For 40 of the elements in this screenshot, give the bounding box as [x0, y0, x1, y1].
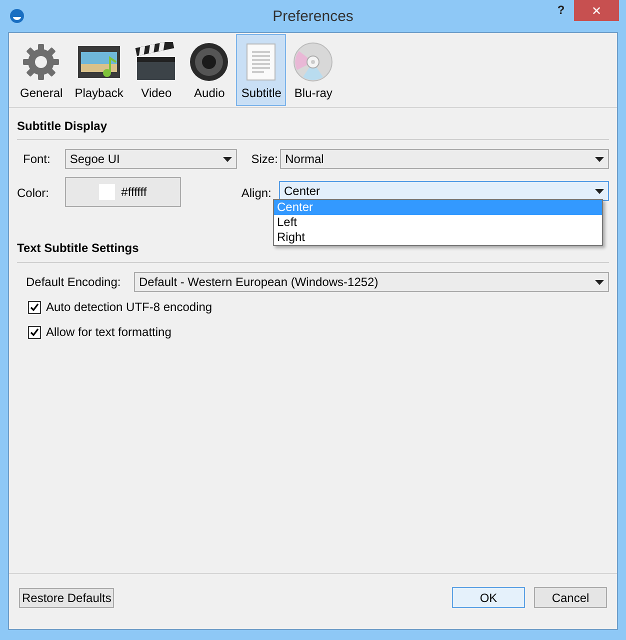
checkbox[interactable] — [28, 326, 41, 338]
dropdown[interactable]: Segoe UI — [64, 149, 238, 169]
toolbar-tab[interactable]: General — [15, 34, 68, 106]
section-heading: Subtitle Display — [17, 118, 108, 135]
checkbox[interactable] — [28, 300, 41, 314]
document-icon — [244, 42, 278, 82]
color-button[interactable]: #ffffff — [64, 177, 182, 207]
toolbar-tab[interactable]: Video — [130, 34, 182, 106]
help-button[interactable]: ? — [548, 0, 574, 20]
toolbar-tab[interactable]: Audio — [184, 34, 234, 106]
disc-icon — [293, 42, 334, 82]
close-button[interactable]: ✕ — [574, 0, 619, 21]
caret-icon — [595, 188, 604, 194]
gear-icon — [21, 42, 62, 82]
cancel-button[interactable]: Cancel — [534, 587, 607, 608]
speaker-icon — [189, 42, 230, 82]
color-label: Color: — [17, 185, 50, 202]
caret-icon — [223, 156, 232, 162]
section-heading: Text Subtitle Settings — [17, 240, 140, 257]
size-label: Size: — [251, 151, 279, 168]
app-logo-icon — [10, 9, 24, 23]
dropdown[interactable]: Default - Western European (Windows-1252) — [134, 272, 609, 292]
checkbox-label: Auto detection UTF-8 encoding — [46, 299, 212, 316]
caret-icon — [595, 280, 604, 284]
toolbar-tab[interactable]: Blu-ray — [288, 34, 338, 106]
checkbox-label: Allow for text formatting — [46, 324, 172, 341]
clapperboard-icon — [135, 42, 178, 82]
dropdown[interactable]: Normal — [280, 149, 609, 169]
ok-button[interactable]: OK — [452, 587, 525, 608]
toolbar-tab[interactable]: Subtitle — [236, 34, 286, 106]
caret-icon — [594, 156, 604, 162]
font-label: Font: — [23, 151, 52, 168]
dropdown-option[interactable]: Right — [274, 230, 602, 245]
window-title: Preferences — [272, 7, 354, 27]
restore-defaults-button[interactable]: Restore Defaults — [19, 588, 114, 608]
dropdown[interactable]: Center — [279, 181, 609, 201]
align-label: Align: — [241, 185, 272, 202]
toolbar-tab[interactable]: Playback — [70, 34, 128, 106]
dropdown-option[interactable]: Left — [274, 215, 602, 230]
encoding-label: Default Encoding: — [26, 274, 122, 291]
